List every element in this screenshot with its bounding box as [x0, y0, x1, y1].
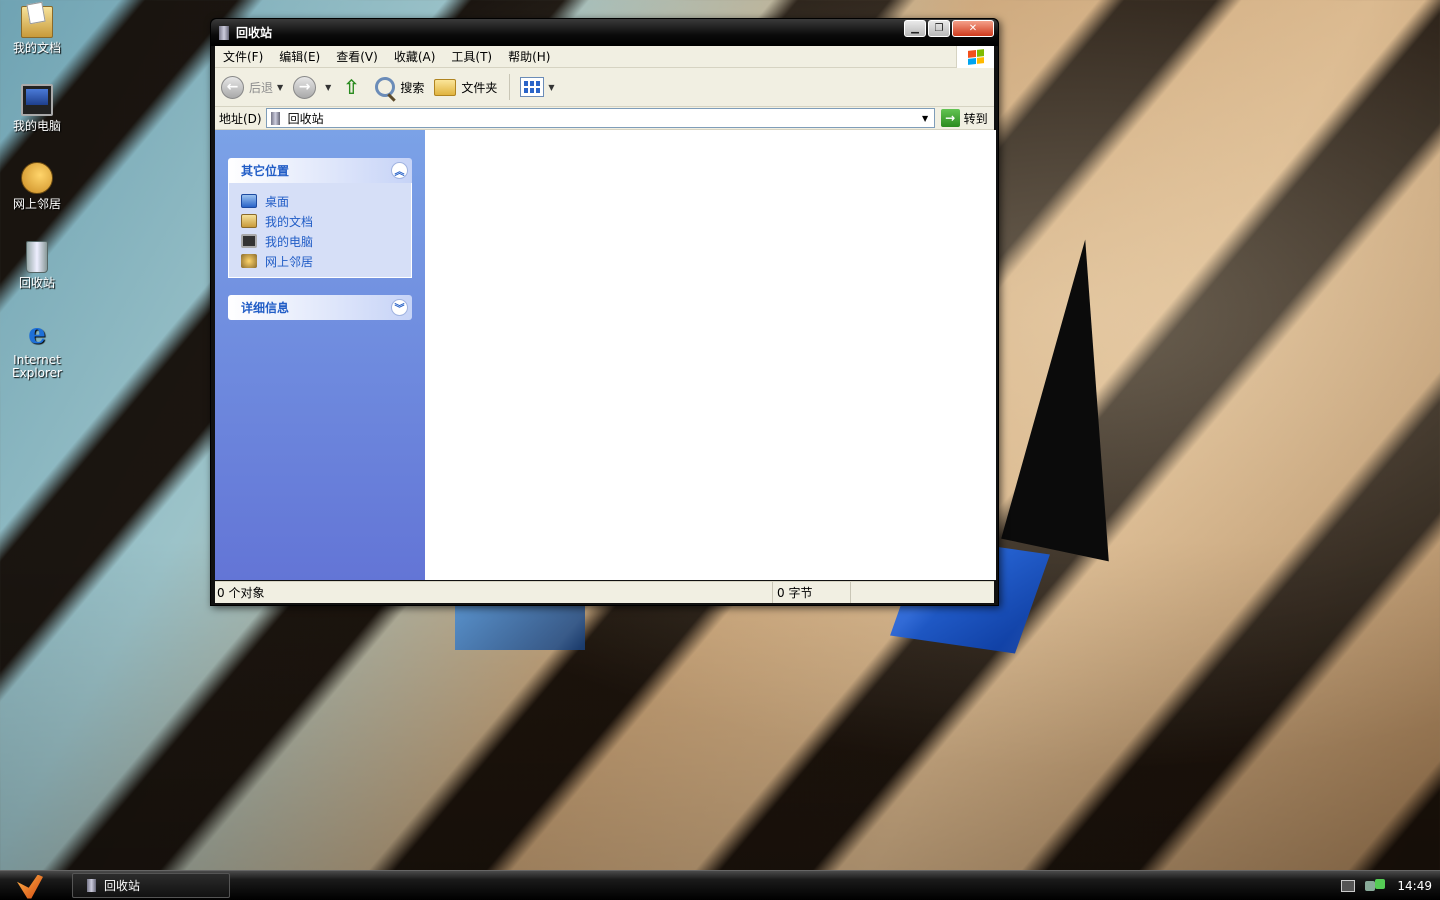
other-places-title: 其它位置 [241, 164, 290, 178]
desktop-icon-label: 我的电脑 [12, 119, 61, 133]
recycle-bin-icon [87, 879, 96, 892]
folders-label: 文件夹 [461, 80, 498, 95]
toolbar: ← 后退 ▼ → ▼ ⇧ 搜索 文件夹 ▼ [215, 68, 994, 107]
taskbar-item-recycle-bin[interactable]: 回收站 [72, 873, 230, 898]
chevron-down-icon: ▼ [548, 82, 555, 92]
place-label: 我的电脑 [265, 234, 314, 249]
status-zone [851, 582, 994, 603]
menu-view[interactable]: 查看(V) [328, 48, 386, 65]
desktop-icon-my-documents[interactable]: 我的文档 [6, 6, 68, 55]
details-panel: 详细信息 ︾ [228, 295, 412, 320]
desktop-icon-label: 我的文档 [12, 41, 61, 55]
menu-tools[interactable]: 工具(T) [443, 48, 500, 65]
windows-logo-icon [956, 46, 994, 68]
other-places-header[interactable]: 其它位置 ︽ [228, 158, 412, 183]
menu-edit[interactable]: 编辑(E) [271, 48, 328, 65]
search-label: 搜索 [400, 80, 425, 95]
desktop-icon-label: 回收站 [18, 276, 55, 290]
recycle-bin-icon [26, 241, 48, 273]
network-places-icon [241, 254, 257, 268]
desktop-icon-label: Internet Explorer [12, 353, 62, 380]
back-button[interactable]: ← 后退 ▼ [221, 75, 283, 99]
clock[interactable]: 14:49 [1397, 879, 1432, 893]
menu-file[interactable]: 文件(F) [215, 48, 271, 65]
keyboard-icon[interactable] [1341, 880, 1356, 892]
forward-arrow-icon: → [293, 75, 317, 99]
network-status-icon[interactable] [1365, 879, 1387, 893]
expand-icon[interactable]: ︾ [391, 299, 408, 316]
minimize-button[interactable]: ▁ [904, 20, 926, 37]
details-header[interactable]: 详细信息 ︾ [228, 295, 412, 320]
start-button[interactable] [10, 873, 50, 900]
taskbar: 回收站 14:49 [0, 870, 1440, 900]
place-label: 桌面 [265, 194, 290, 209]
place-link-desktop[interactable]: 桌面 [241, 191, 411, 211]
folder-icon [434, 78, 457, 96]
go-arrow-icon: → [940, 109, 960, 127]
address-input[interactable]: 回收站 ▼ [265, 108, 935, 128]
recycle-bin-icon [270, 111, 280, 125]
status-bar: 0 个对象 0 字节 [215, 581, 994, 603]
place-link-my-documents[interactable]: 我的文档 [241, 211, 411, 231]
title-bar[interactable]: 回收站 ▁ ❐ ✕ [211, 19, 998, 46]
back-label: 后退 [249, 80, 274, 95]
desktop-icon-internet-explorer[interactable]: e Internet Explorer [6, 318, 68, 380]
folders-button[interactable]: 文件夹 [434, 78, 498, 96]
desktop-icon-my-computer[interactable]: 我的电脑 [6, 84, 68, 133]
menu-bar: 文件(F) 编辑(E) 查看(V) 收藏(A) 工具(T) 帮助(H) [215, 46, 994, 68]
address-value: 回收站 [287, 111, 324, 126]
desktop-icon-label: 网上邻居 [12, 197, 61, 211]
recycle-bin-icon [219, 25, 229, 40]
other-places-panel: 其它位置 ︽ 桌面 我的文档 我的电脑 网上邻居 [228, 158, 412, 278]
search-icon [375, 77, 396, 97]
window-title: 回收站 [236, 26, 273, 40]
status-object-count: 0 个对象 [215, 582, 773, 603]
menu-favorites[interactable]: 收藏(A) [386, 48, 444, 65]
back-arrow-icon: ← [221, 75, 244, 99]
folder-up-icon: ⇧ [342, 75, 360, 99]
close-button[interactable]: ✕ [952, 20, 994, 37]
views-icon [520, 77, 545, 97]
place-label: 我的文档 [265, 214, 314, 229]
status-size: 0 字节 [773, 582, 851, 603]
network-places-icon [21, 162, 53, 194]
menu-help[interactable]: 帮助(H) [500, 48, 558, 65]
explorer-window: 回收站 ▁ ❐ ✕ 文件(F) 编辑(E) 查看(V) 收藏(A) 工具(T) … [210, 18, 999, 606]
go-label: 转到 [963, 111, 988, 126]
start-logo-icon [17, 874, 43, 899]
internet-explorer-icon: e [28, 317, 46, 350]
system-tray: 14:49 [1341, 871, 1432, 900]
place-link-my-computer[interactable]: 我的电脑 [241, 231, 411, 251]
file-list-area[interactable] [425, 130, 996, 580]
my-computer-icon [241, 234, 257, 248]
desktop-icon [241, 194, 257, 208]
views-button[interactable]: ▼ [520, 77, 555, 97]
my-documents-icon [241, 214, 257, 228]
up-button[interactable]: ⇧ [341, 76, 365, 98]
my-computer-icon [21, 84, 53, 116]
forward-button[interactable]: → ▼ [293, 75, 331, 99]
task-pane: 其它位置 ︽ 桌面 我的文档 我的电脑 网上邻居 详细信息 ︾ [215, 130, 425, 580]
chevron-down-icon[interactable]: ▼ [325, 83, 331, 92]
desktop-icon-recycle-bin[interactable]: 回收站 [6, 241, 68, 290]
maximize-button[interactable]: ❐ [928, 20, 950, 37]
taskbar-item-label: 回收站 [104, 879, 141, 893]
address-label: 地址(D) [219, 111, 262, 126]
chevron-down-icon[interactable]: ▼ [917, 109, 934, 127]
address-bar: 地址(D) 回收站 ▼ → 转到 [215, 107, 994, 130]
desktop-icon-network-places[interactable]: 网上邻居 [6, 162, 68, 211]
collapse-icon[interactable]: ︽ [391, 162, 408, 179]
details-title: 详细信息 [241, 301, 290, 315]
search-button[interactable]: 搜索 [375, 77, 424, 97]
go-button[interactable]: → 转到 [940, 109, 988, 127]
place-label: 网上邻居 [265, 254, 314, 269]
my-documents-icon [21, 6, 53, 38]
wallpaper-shape [455, 600, 585, 650]
chevron-down-icon[interactable]: ▼ [277, 83, 283, 92]
toolbar-divider [509, 74, 511, 100]
place-link-network-places[interactable]: 网上邻居 [241, 251, 411, 271]
